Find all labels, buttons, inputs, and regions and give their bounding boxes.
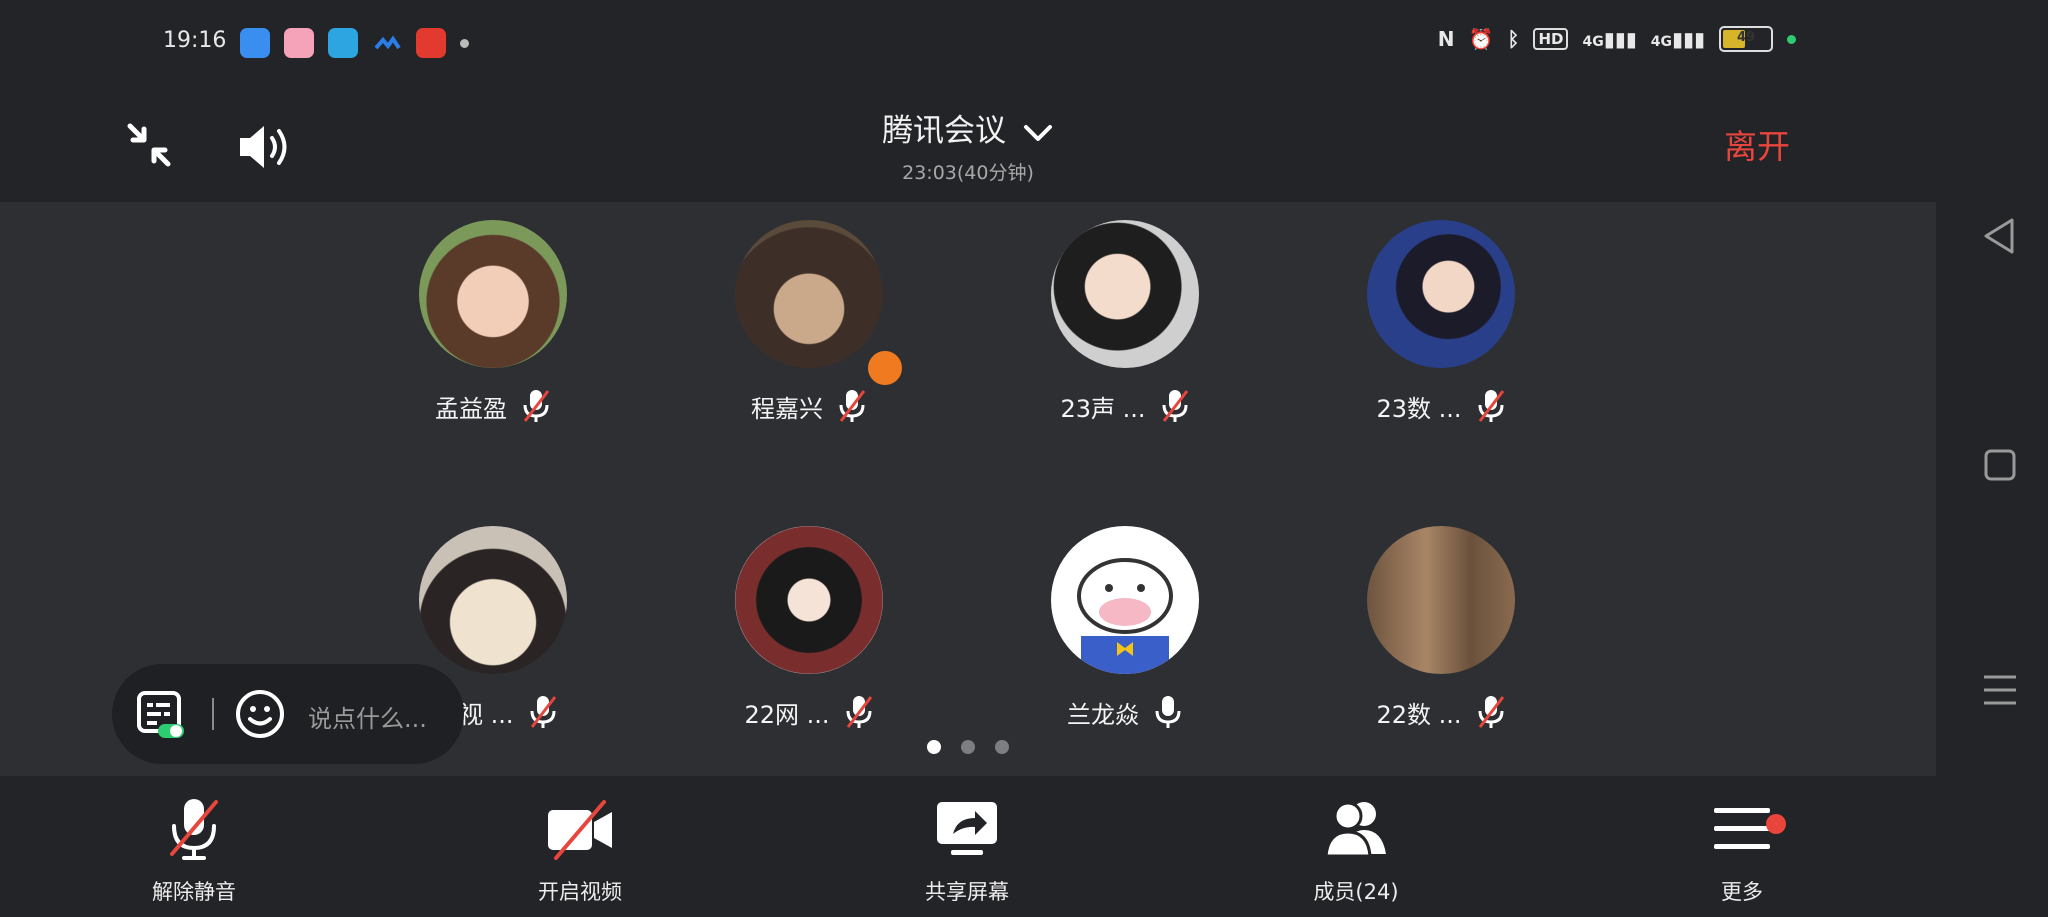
participant-avatar [419, 220, 567, 368]
participant-tile[interactable]: 程嘉兴 [699, 220, 919, 424]
participant-tile[interactable]: 孟益盈 [383, 220, 603, 424]
start-video-button[interactable]: 开启视频 [470, 796, 690, 906]
signal-icon: 4G▮▮▮ [1582, 27, 1637, 51]
system-status-icons: N ⏰ ᛒ HD 4G▮▮▮ 4G▮▮▮ 49 [1438, 26, 1796, 52]
privacy-indicator [1787, 34, 1796, 44]
participant-avatar [419, 526, 567, 674]
alarm-icon: ⏰ [1468, 27, 1494, 51]
participant-name: 程嘉兴 [751, 394, 823, 423]
participant-avatar [735, 526, 883, 674]
recents-icon [1984, 675, 2016, 705]
participant-name: 22数 ... [1376, 700, 1462, 729]
home-icon [1984, 449, 2016, 481]
mic-muted-icon [846, 696, 872, 728]
back-button[interactable] [1980, 214, 2020, 258]
chat-input[interactable]: 说点什么... [308, 699, 427, 734]
status-time: 19:16 [163, 28, 227, 53]
participant-avatar [735, 220, 883, 368]
signal-icon: 4G▮▮▮ [1650, 27, 1705, 51]
participant-name: 孟益盈 [435, 394, 507, 423]
app-notification-icon [240, 28, 270, 58]
nfc-icon: N [1437, 27, 1455, 51]
participant-avatar [1367, 526, 1515, 674]
meeting-header: 腾讯会议 23:03(40分钟) 离开 [0, 90, 1936, 202]
mic-muted-icon [170, 799, 218, 860]
participant-avatar [1367, 220, 1515, 368]
chat-toggle-button[interactable] [136, 690, 186, 740]
chevron-down-icon [1023, 124, 1052, 141]
participant-tile[interactable]: 22数 ... [1331, 526, 1551, 730]
share-screen-icon [937, 802, 997, 855]
mic-muted-icon [523, 390, 550, 422]
participant-tile[interactable]: 23声 ... [1015, 220, 1235, 424]
system-nav-bar [1936, 0, 2048, 917]
telegram-icon [328, 28, 358, 58]
members-icon [1324, 801, 1386, 858]
participant-avatar [1051, 220, 1199, 368]
more-notifications-dot [460, 38, 469, 48]
recents-button[interactable] [1980, 672, 2020, 708]
host-badge-icon [865, 348, 905, 388]
page-dot[interactable] [927, 740, 941, 754]
emoji-icon [236, 690, 284, 738]
participant-grid: 孟益盈 程嘉兴 23声 ... 23数 ... 22视 ... 22网 ... [0, 202, 1936, 776]
page-dot[interactable] [995, 740, 1009, 754]
subtitles-icon [137, 691, 184, 738]
unmute-label: 解除静音 [152, 880, 236, 904]
share-screen-label: 共享屏幕 [925, 880, 1009, 904]
participant-tile[interactable]: 23数 ... [1331, 220, 1551, 424]
participant-name: 22网 ... [744, 700, 830, 729]
page-indicator [0, 740, 1936, 754]
mic-muted-icon [1478, 390, 1504, 422]
participant-name: 23数 ... [1376, 394, 1462, 423]
participant-tile[interactable]: 兰龙焱 [1015, 526, 1235, 730]
emoji-button[interactable] [234, 688, 286, 740]
notification-icons [240, 28, 469, 58]
participant-name: 兰龙焱 [1067, 700, 1139, 729]
app-notification-icon [416, 28, 446, 58]
more-button[interactable]: 更多 [1632, 796, 1852, 906]
unmute-button[interactable]: 解除静音 [84, 796, 304, 906]
participant-name: 23声 ... [1060, 394, 1146, 423]
page-dot[interactable] [961, 740, 975, 754]
mic-muted-icon [530, 696, 556, 728]
home-button[interactable] [1982, 447, 2018, 483]
meeting-title[interactable]: 腾讯会议 [0, 105, 1936, 150]
members-button[interactable]: 成员(24) [1246, 796, 1466, 906]
notification-badge [1766, 814, 1786, 834]
members-label: 成员(24) [1313, 880, 1399, 904]
start-video-label: 开启视频 [538, 880, 622, 904]
participant-tile[interactable]: 22网 ... [699, 526, 919, 730]
leave-button[interactable]: 离开 [1724, 120, 1790, 168]
more-label: 更多 [1721, 880, 1763, 904]
app-notification-icon [372, 28, 402, 58]
video-off-icon [548, 800, 612, 860]
mic-icon [1155, 696, 1181, 728]
battery-icon: 49 [1719, 26, 1773, 52]
mic-muted-icon [1478, 696, 1504, 728]
back-icon [1984, 218, 2014, 254]
bluetooth-icon: ᛒ [1507, 27, 1520, 51]
mic-muted-icon [1162, 390, 1188, 422]
chat-divider [212, 698, 214, 730]
status-bar: 19:16 N ⏰ ᛒ HD 4G▮▮▮ 4G▮▮▮ 49 [0, 0, 1936, 90]
mic-muted-icon [839, 390, 866, 422]
participant-avatar [1051, 526, 1199, 674]
meeting-toolbar: 解除静音 开启视频 共享屏幕 成员(24) 更多 [0, 776, 1936, 917]
meeting-duration: 23:03(40分钟) [902, 162, 1034, 184]
meeting-title-text: 腾讯会议 [882, 113, 1007, 149]
app-notification-icon [284, 28, 314, 58]
hd-icon: HD [1533, 28, 1569, 50]
share-screen-button[interactable]: 共享屏幕 [857, 796, 1077, 906]
